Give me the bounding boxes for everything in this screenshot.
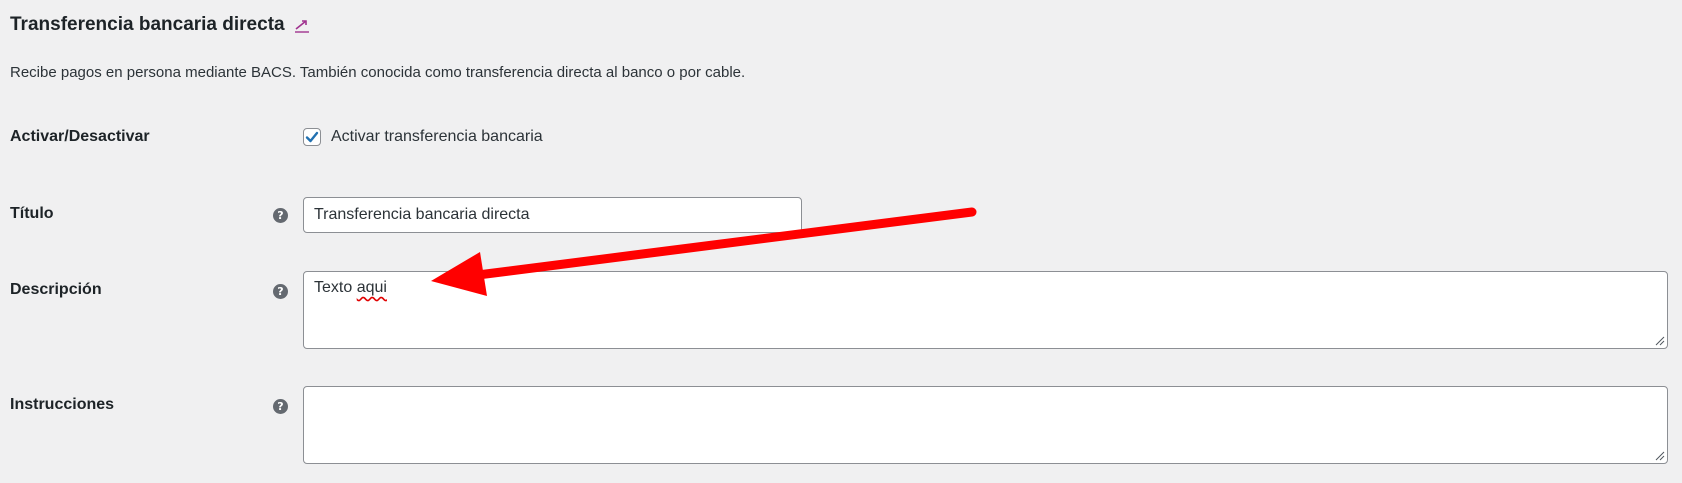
up-arrow-return-icon[interactable]: [293, 16, 311, 34]
enable-label: Activar/Desactivar: [10, 128, 150, 145]
enable-checkbox-field[interactable]: Activar transferencia bancaria: [303, 128, 543, 146]
title-input[interactable]: [303, 197, 802, 233]
checkmark-icon: [305, 131, 319, 143]
instructions-help-icon[interactable]: ?: [273, 399, 288, 414]
title-help-icon[interactable]: ?: [273, 208, 288, 223]
instructions-label: Instrucciones: [10, 396, 115, 413]
enable-checkbox[interactable]: [303, 128, 321, 146]
title-label: Título: [10, 205, 54, 222]
description-label: Descripción: [10, 281, 102, 298]
description-value: Texto aqui: [314, 279, 387, 296]
description-help-icon[interactable]: ?: [273, 284, 288, 299]
section-description: Recibe pagos en persona mediante BACS. T…: [10, 64, 746, 81]
page-title: Transferencia bancaria directa: [10, 14, 311, 36]
description-textarea[interactable]: Texto aqui: [303, 271, 1668, 349]
instructions-textarea[interactable]: [303, 386, 1668, 464]
description-word-2: aqui: [356, 279, 387, 296]
enable-checkbox-label: Activar transferencia bancaria: [331, 128, 543, 145]
resize-grip-icon[interactable]: [1655, 451, 1665, 461]
page-title-text: Transferencia bancaria directa: [10, 14, 285, 35]
description-word-1: Texto: [314, 279, 353, 296]
resize-grip-icon[interactable]: [1655, 336, 1665, 346]
